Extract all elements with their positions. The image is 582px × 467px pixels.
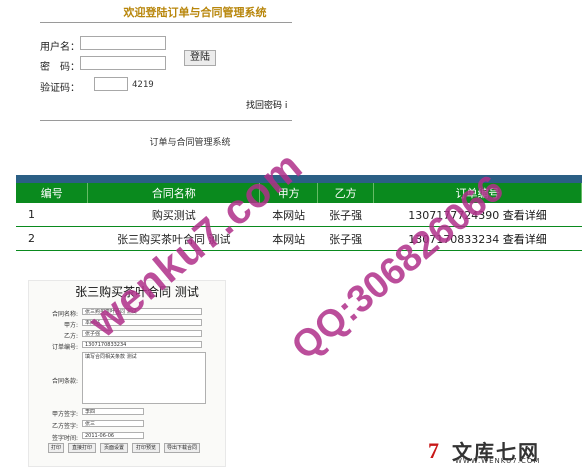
print-button[interactable]: 打印 bbox=[48, 443, 64, 453]
sign-time-field[interactable]: 2011-06-06 bbox=[82, 432, 144, 439]
view-details-link[interactable]: 查看详细 bbox=[503, 209, 547, 222]
header-party-b: 乙方 bbox=[317, 183, 375, 203]
cell-party-b: 张子强 bbox=[317, 203, 374, 227]
sign-a-field[interactable]: 李四 bbox=[82, 408, 144, 415]
captcha-code: 4219 bbox=[132, 80, 154, 90]
divider bbox=[40, 22, 292, 23]
header-id: 编号 bbox=[16, 183, 89, 203]
password-input[interactable] bbox=[80, 56, 166, 70]
table-row: 2 张三购买茶叶合同 测试 本网站 张子强 1307170833234 查看详细 bbox=[16, 226, 582, 251]
order-number-field[interactable]: 1307170833234 bbox=[82, 341, 202, 348]
print-preview-button[interactable]: 打印预览 bbox=[132, 443, 160, 453]
logo-url: WWW.WENKU7.COM bbox=[455, 457, 541, 465]
forgot-password-link[interactable]: 找回密码 i bbox=[246, 98, 287, 111]
sign-b-field[interactable]: 张三 bbox=[82, 420, 144, 427]
export-contract-button[interactable]: 导出下载合同 bbox=[164, 443, 200, 453]
login-button[interactable]: 登陆 bbox=[184, 50, 216, 66]
login-title: 欢迎登陆订单与合同管理系统 bbox=[123, 6, 267, 19]
contract-content-textarea[interactable]: 填写合同相关条款 测试 bbox=[82, 352, 206, 404]
system-title: 订单与合同管理系统 bbox=[149, 138, 231, 148]
cell-id: 2 bbox=[16, 226, 88, 251]
direct-print-button[interactable]: 直接打印 bbox=[68, 443, 96, 453]
username-input[interactable] bbox=[80, 36, 166, 50]
view-details-link[interactable]: 查看详细 bbox=[503, 233, 547, 246]
captcha-input[interactable] bbox=[94, 77, 128, 91]
username-label: 用户名： bbox=[40, 42, 80, 53]
sign-b-label: 乙方签字: bbox=[51, 423, 78, 430]
party-b-label: 乙方: bbox=[63, 333, 78, 340]
sign-a-label: 甲方签字: bbox=[51, 411, 78, 418]
party-a-label: 甲方: bbox=[63, 322, 78, 329]
captcha-label: 验证码： bbox=[40, 83, 80, 94]
cell-party-b: 张子强 bbox=[317, 226, 374, 251]
logo-icon: 7 bbox=[428, 438, 439, 463]
cell-party-a: 本网站 bbox=[259, 226, 318, 251]
cell-id: 1 bbox=[16, 203, 88, 227]
page-setup-button[interactable]: 页面设置 bbox=[100, 443, 128, 453]
divider bbox=[40, 120, 292, 121]
order-number-label: 订单编号: bbox=[51, 344, 78, 351]
contract-name-label: 合同名称: bbox=[51, 311, 78, 318]
contract-content-label: 合同条款: bbox=[51, 378, 78, 385]
sign-time-label: 签字时间: bbox=[51, 435, 78, 442]
password-label: 密 码： bbox=[40, 62, 80, 73]
